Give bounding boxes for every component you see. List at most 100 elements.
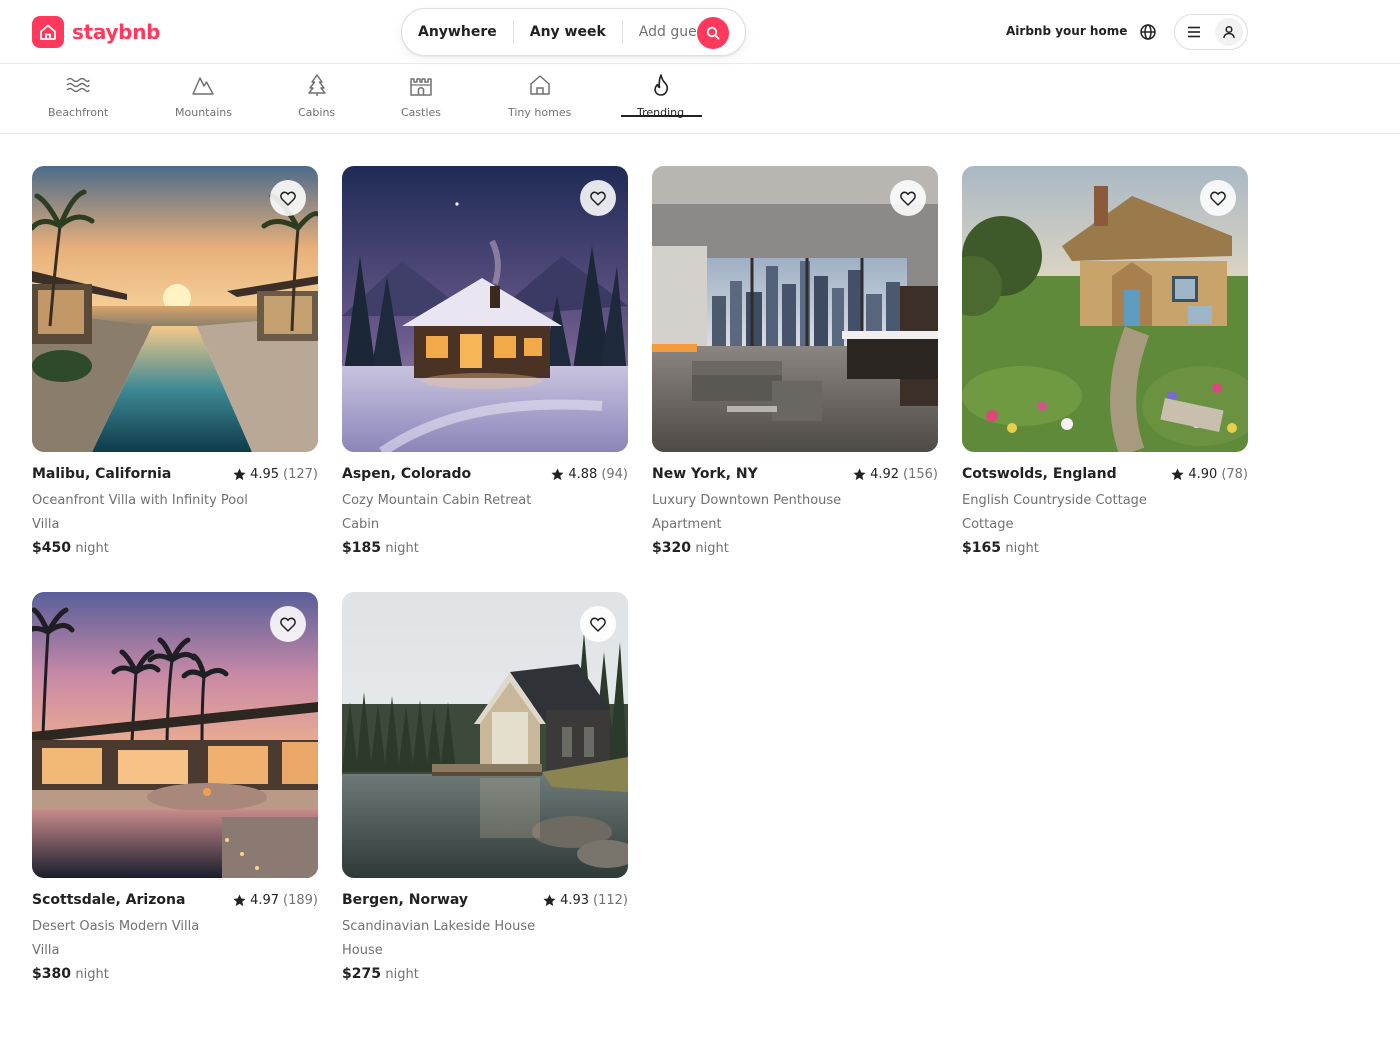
price-amount: $450 [32, 540, 71, 556]
active-category-indicator [621, 115, 702, 117]
listing-location: Bergen, Norway [342, 892, 469, 908]
search-button[interactable] [697, 17, 729, 49]
search-divider [512, 20, 514, 44]
category-cabins[interactable]: Cabins [298, 72, 335, 119]
favorite-heart-button[interactable] [580, 180, 616, 216]
review-count: (189) [283, 893, 318, 908]
price-unit: night [385, 967, 419, 982]
listing-type: Apartment [652, 517, 722, 532]
review-count: (112) [593, 893, 628, 908]
mountain-icon [190, 72, 216, 98]
star-icon [233, 468, 246, 481]
listing-photo[interactable] [32, 166, 318, 452]
favorite-heart-button[interactable] [270, 180, 306, 216]
search-dates[interactable]: Any week [530, 24, 606, 40]
listing-card[interactable]: Malibu, California 4.95 (127) Oceanfront… [32, 166, 318, 556]
menu-icon [1188, 26, 1200, 38]
listing-type: Cabin [342, 517, 380, 532]
listing-title: English Countryside Cottage [962, 493, 1147, 508]
user-icon [1223, 25, 1235, 39]
heart-icon [280, 191, 296, 206]
price-amount: $320 [652, 540, 691, 556]
flame-icon [648, 72, 674, 98]
listing-photo[interactable] [32, 592, 318, 878]
listing-rating: 4.88 (94) [551, 467, 628, 482]
listing-price: $185 night [342, 540, 628, 556]
favorite-heart-button[interactable] [1200, 180, 1236, 216]
listing-photo[interactable] [342, 592, 628, 878]
user-menu-button[interactable] [1174, 14, 1248, 50]
favorite-heart-button[interactable] [890, 180, 926, 216]
price-unit: night [695, 541, 729, 556]
listing-price: $275 night [342, 966, 628, 982]
listing-location: Aspen, Colorado [342, 466, 472, 482]
category-mountains[interactable]: Mountains [175, 72, 232, 119]
listing-card[interactable]: New York, NY 4.92 (156) Luxury Downtown … [652, 166, 938, 556]
top-header: staybnb Anywhere Any week Add guests Air… [0, 0, 1400, 64]
review-count: (94) [601, 467, 628, 482]
category-label: Tiny homes [508, 106, 572, 119]
listing-card[interactable]: Cotswolds, England 4.90 (78) English Cou… [962, 166, 1248, 556]
review-count: (78) [1221, 467, 1248, 482]
listing-title: Luxury Downtown Penthouse [652, 493, 842, 508]
listing-type: Villa [32, 517, 60, 532]
listing-card[interactable]: Bergen, Norway 4.93 (112) Scandinavian L… [342, 592, 628, 982]
price-unit: night [75, 541, 109, 556]
category-label: Trending [637, 106, 685, 119]
listing-photo[interactable] [652, 166, 938, 452]
heart-icon [280, 617, 296, 632]
heart-icon [590, 191, 606, 206]
listing-price: $320 night [652, 540, 938, 556]
rating-value: 4.97 [250, 893, 280, 908]
category-trending[interactable]: Trending [637, 72, 684, 119]
rating-value: 4.95 [250, 467, 280, 482]
waves-icon [65, 72, 91, 98]
price-amount: $185 [342, 540, 381, 556]
favorite-heart-button[interactable] [580, 606, 616, 642]
category-beachfront[interactable]: Beachfront [48, 72, 108, 119]
search-icon [706, 26, 720, 40]
price-amount: $380 [32, 966, 71, 982]
price-unit: night [75, 967, 109, 982]
rating-value: 4.88 [568, 467, 598, 482]
heart-icon [900, 191, 916, 206]
listing-card[interactable]: Aspen, Colorado 4.88 (94) Cozy Mountain … [342, 166, 628, 556]
category-castles[interactable]: Castles [401, 72, 441, 119]
search-bar[interactable]: Anywhere Any week Add guests [401, 8, 746, 56]
listing-price: $450 night [32, 540, 318, 556]
globe-icon[interactable] [1138, 22, 1158, 42]
listing-rating: 4.97 (189) [233, 893, 318, 908]
listing-rating: 4.93 (112) [543, 893, 628, 908]
listing-photo[interactable] [962, 166, 1248, 452]
search-divider [621, 20, 623, 44]
star-icon [551, 468, 564, 481]
category-label: Beachfront [48, 106, 109, 119]
category-bar: Beachfront Mountains Cabins Castles Tiny… [0, 64, 1400, 134]
listing-location: Cotswolds, England [962, 466, 1117, 482]
favorite-heart-button[interactable] [270, 606, 306, 642]
listing-title: Cozy Mountain Cabin Retreat [342, 493, 532, 508]
listing-rating: 4.92 (156) [853, 467, 938, 482]
listing-rating: 4.90 (78) [1171, 467, 1248, 482]
listing-card[interactable]: Scottsdale, Arizona 4.97 (189) Desert Oa… [32, 592, 318, 982]
avatar [1215, 18, 1243, 46]
category-label: Mountains [175, 106, 232, 119]
house-icon [527, 72, 553, 98]
host-your-home-link[interactable]: Airbnb your home [1006, 24, 1127, 38]
category-tiny-homes[interactable]: Tiny homes [508, 72, 571, 119]
brand-name: staybnb [72, 20, 161, 44]
star-icon [853, 468, 866, 481]
brand-logo[interactable]: staybnb [32, 16, 160, 48]
listing-photo[interactable] [342, 166, 628, 452]
listing-price: $380 night [32, 966, 318, 982]
listing-title: Scandinavian Lakeside House [342, 919, 536, 934]
search-location[interactable]: Anywhere [418, 24, 497, 40]
price-amount: $165 [962, 540, 1001, 556]
price-unit: night [385, 541, 419, 556]
house-icon [32, 16, 64, 48]
listing-title: Oceanfront Villa with Infinity Pool [32, 493, 248, 508]
price-unit: night [1005, 541, 1039, 556]
price-amount: $275 [342, 966, 381, 982]
star-icon [543, 894, 556, 907]
rating-value: 4.92 [870, 467, 900, 482]
